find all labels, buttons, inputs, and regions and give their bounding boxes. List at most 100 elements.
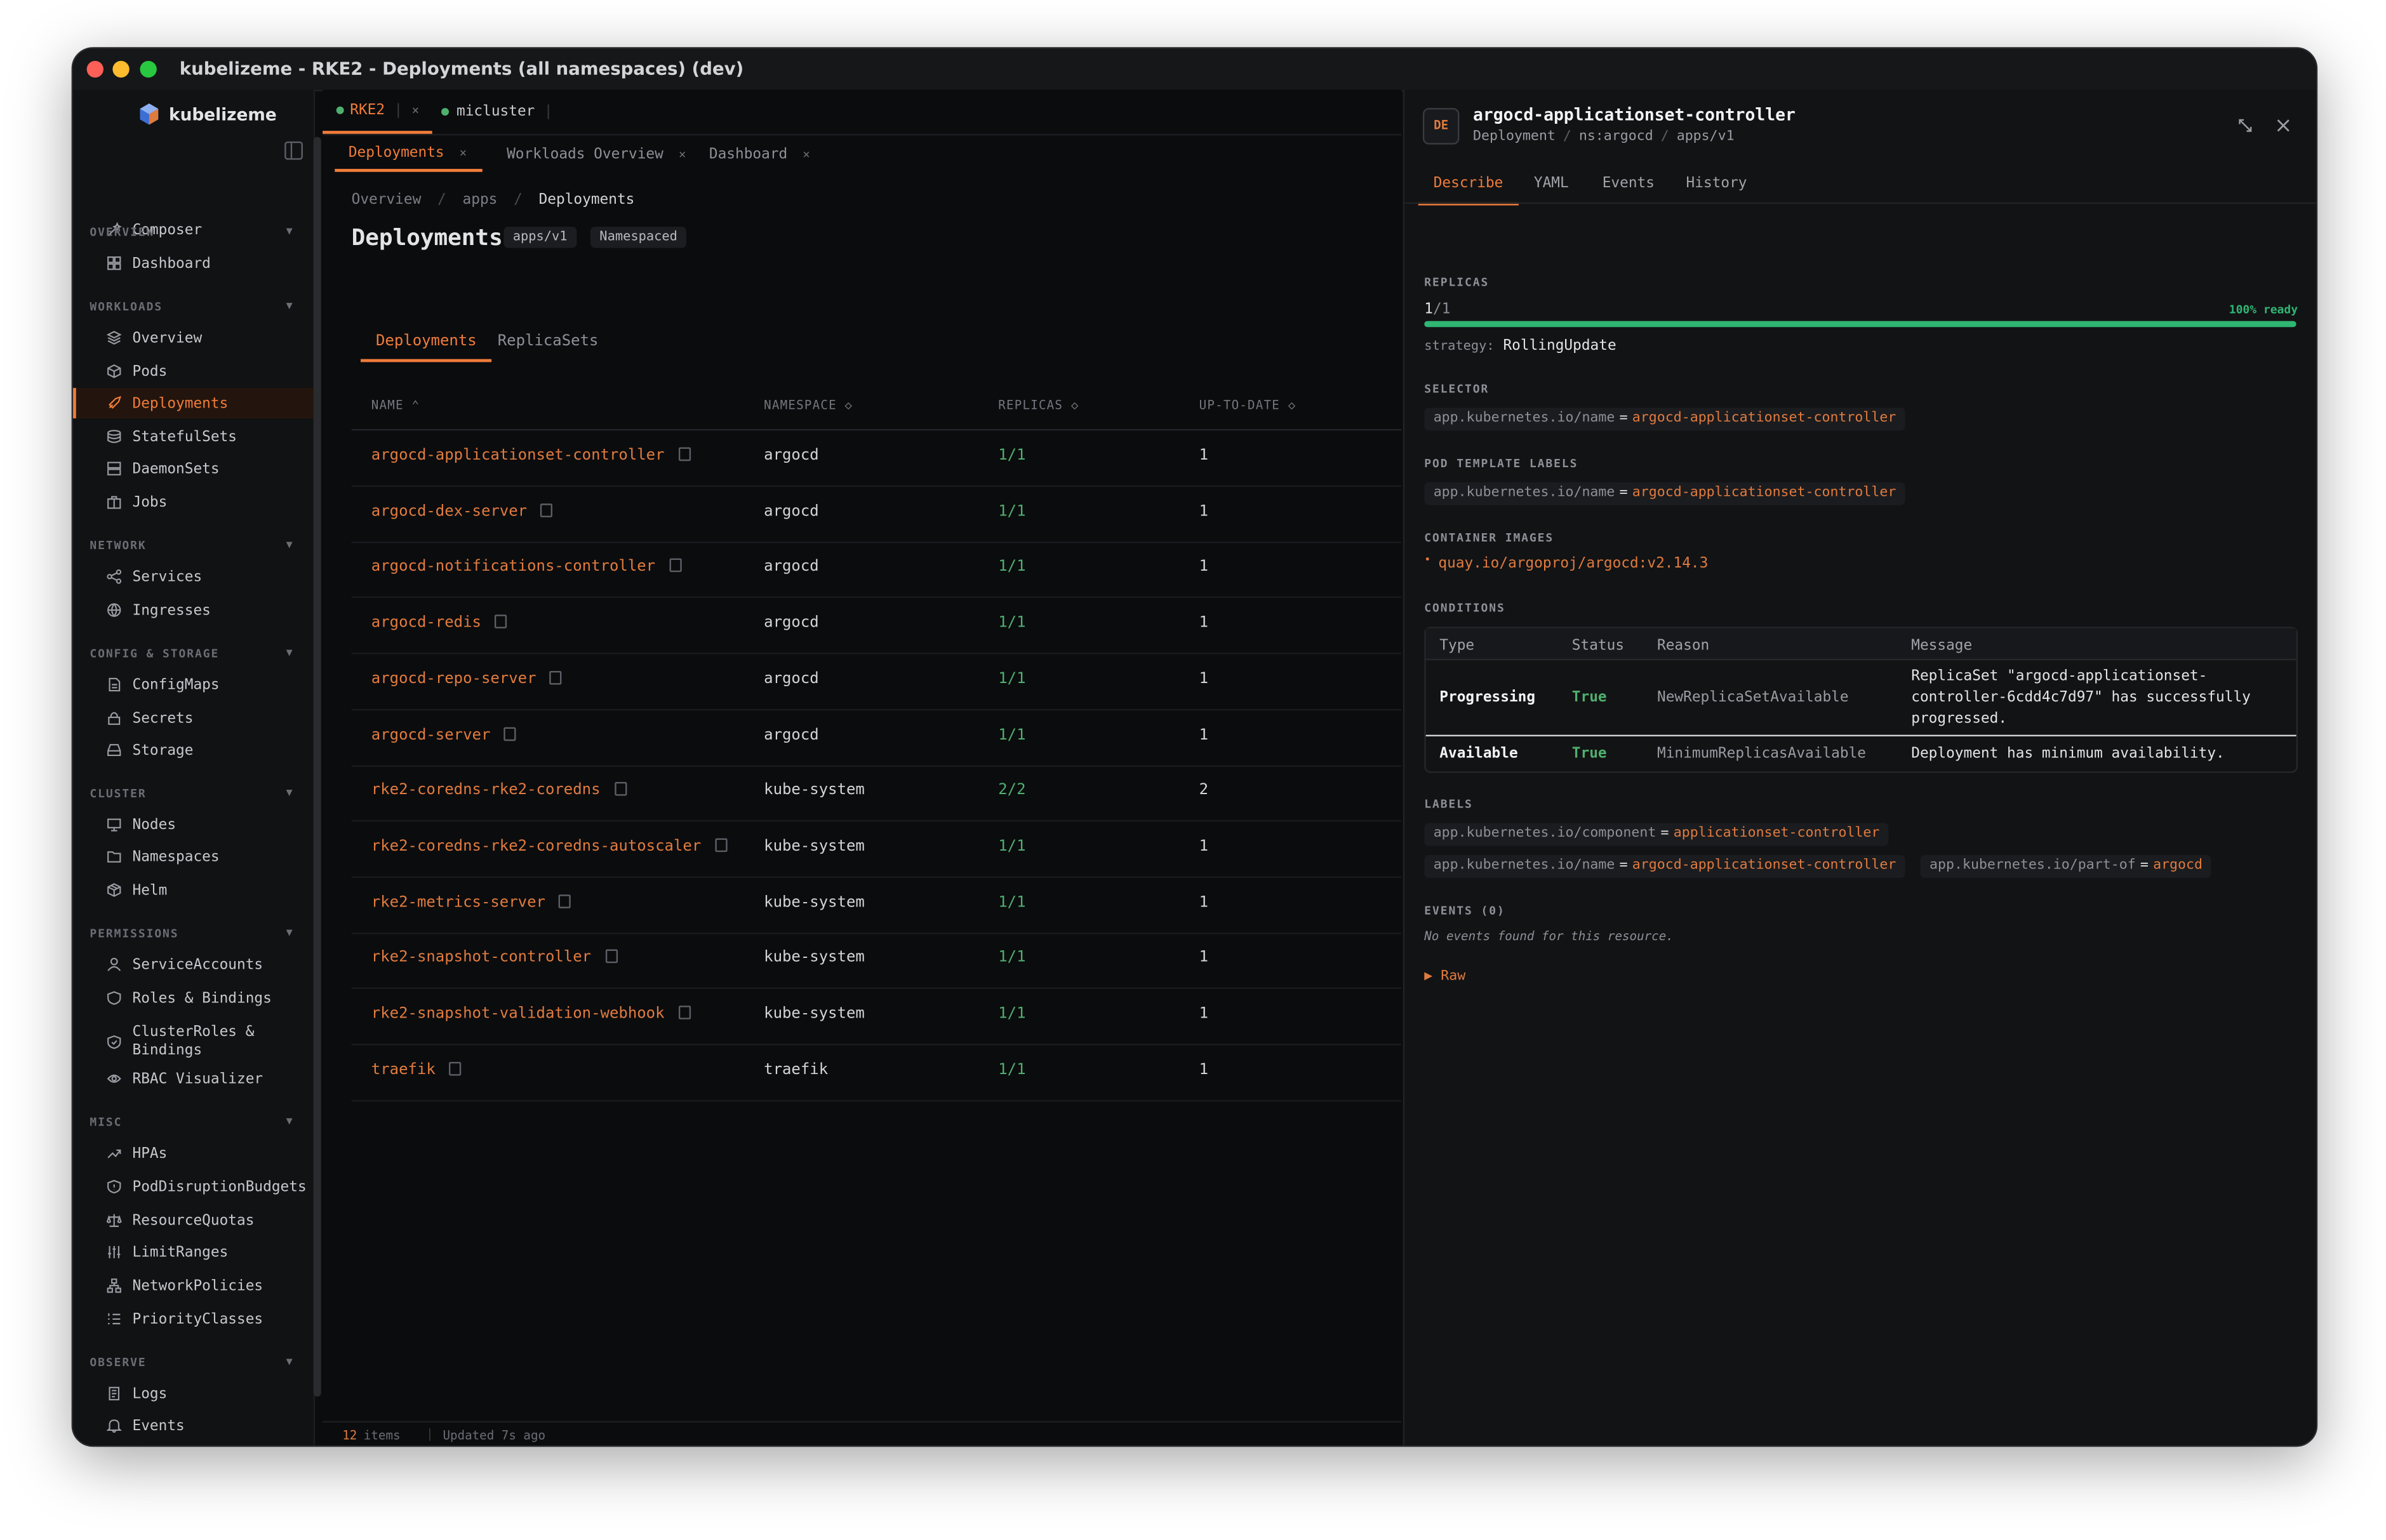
copy-icon[interactable]	[449, 1061, 462, 1075]
sidebar-item-helm[interactable]: Helm	[73, 875, 314, 905]
cluster-tab-micluster[interactable]: micluster |	[441, 90, 563, 134]
sidebar-item-storage[interactable]: Storage	[73, 735, 314, 766]
table-row[interactable]: argocd-applicationset-controller argocd 1/…	[351, 430, 1402, 487]
chevron-down-icon[interactable]: ▼	[286, 647, 293, 659]
chevron-down-icon[interactable]: ▼	[286, 787, 293, 799]
close-window-button[interactable]	[86, 60, 103, 78]
sidebar-item-overview[interactable]: Overview	[73, 322, 314, 353]
sidebar-section-config-and-storage[interactable]: CONFIG & STORAGE	[90, 647, 219, 661]
page-tab-workloads-overview[interactable]: Workloads Overview ×	[493, 135, 700, 172]
raw-toggle[interactable]: ▶ Raw	[1424, 969, 1465, 985]
copy-icon[interactable]	[678, 1006, 691, 1019]
sidebar-item-dashboard[interactable]: Dashboard	[73, 248, 314, 279]
deployment-name-link[interactable]: argocd-redis	[371, 614, 507, 632]
table-row[interactable]: rke2-snapshot-controller kube-system 1/1 1	[351, 933, 1402, 990]
chevron-down-icon[interactable]: ▼	[286, 225, 293, 237]
close-panel-icon[interactable]	[2276, 119, 2290, 133]
table-row[interactable]: argocd-dex-server argocd 1/1 1	[351, 486, 1402, 543]
table-row[interactable]: rke2-coredns-rke2-coredns-autoscaler kube…	[351, 821, 1402, 878]
table-row[interactable]: argocd-repo-server argocd 1/1 1	[351, 654, 1402, 710]
deployment-name-link[interactable]: rke2-coredns-rke2-coredns-autoscaler	[371, 838, 728, 855]
sidebar-item-logs[interactable]: Logs	[73, 1378, 314, 1409]
sidebar-item-limitranges[interactable]: LimitRanges	[73, 1237, 314, 1268]
sidebar-item-hpas[interactable]: HPAs	[73, 1138, 314, 1169]
sidebar-section-workloads[interactable]: WORKLOADS	[90, 300, 163, 314]
sidebar-item-poddisruptionbudgets[interactable]: PodDisruptionBudgets	[73, 1171, 314, 1202]
sidebar-item-secrets[interactable]: Secrets	[73, 703, 314, 733]
copy-icon[interactable]	[503, 726, 517, 740]
close-tab-icon[interactable]: ×	[460, 145, 467, 159]
sidebar-item-pods[interactable]: Pods	[73, 356, 314, 387]
copy-icon[interactable]	[714, 838, 728, 852]
deployment-name-link[interactable]: argocd-applicationset-controller	[371, 447, 691, 464]
chevron-down-icon[interactable]: ▼	[286, 927, 293, 939]
deployment-name-link[interactable]: argocd-repo-server	[371, 670, 563, 687]
table-row[interactable]: argocd-notifications-controller argocd 1/1…	[351, 542, 1402, 599]
sidebar-item-clusterroles-and-bindings[interactable]: ClusterRoles & Bindings	[73, 1023, 314, 1062]
sidebar-section-cluster[interactable]: CLUSTER	[90, 787, 146, 800]
refresh-icon[interactable]	[2237, 117, 2253, 134]
copy-icon[interactable]	[614, 782, 627, 796]
page-tab-deployments[interactable]: Deployments ×	[335, 135, 483, 172]
app-logo[interactable]: kubelizeme	[137, 100, 277, 128]
sidebar-item-roles-and-bindings[interactable]: Roles & Bindings	[73, 983, 314, 1013]
detail-tab-describe[interactable]: Describe	[1418, 175, 1519, 206]
chevron-down-icon[interactable]: ▼	[286, 1355, 293, 1367]
sidebar-scrollbar[interactable]	[313, 136, 321, 1397]
table-row[interactable]: argocd-server argocd 1/1 1	[351, 710, 1402, 766]
table-row[interactable]: rke2-coredns-rke2-coredns kube-system 2/2 2	[351, 766, 1402, 822]
sidebar-item-nodes[interactable]: Nodes	[73, 809, 314, 840]
sidebar-item-statefulsets[interactable]: StatefulSets	[73, 422, 314, 452]
sidebar-item-resourcequotas[interactable]: ResourceQuotas	[73, 1205, 314, 1235]
detail-tab-history[interactable]: History	[1686, 175, 1747, 192]
copy-icon[interactable]	[550, 670, 563, 685]
deployment-name-link[interactable]: rke2-coredns-rke2-coredns	[371, 782, 627, 799]
sidebar-item-ingresses[interactable]: Ingresses	[73, 595, 314, 625]
deployment-name-link[interactable]: rke2-snapshot-controller	[371, 950, 617, 967]
copy-icon[interactable]	[604, 950, 617, 964]
copy-icon[interactable]	[540, 503, 553, 517]
sidebar-section-observe[interactable]: OBSERVE	[90, 1355, 146, 1369]
close-tab-icon[interactable]: ×	[679, 147, 686, 161]
deployment-name-link[interactable]: rke2-snapshot-validation-webhook	[371, 1006, 691, 1023]
sidebar-item-networkpolicies[interactable]: NetworkPolicies	[73, 1270, 314, 1301]
sidebar-collapse-icon[interactable]	[284, 141, 303, 160]
sidebar-item-daemonsets[interactable]: DaemonSets	[73, 453, 314, 484]
column-header-replicas[interactable]: REPLICAS ◇	[998, 399, 1079, 413]
breadcrumb-overview[interactable]: Overview	[352, 192, 422, 208]
page-tab-dashboard[interactable]: Dashboard ×	[695, 135, 823, 172]
table-row[interactable]: traefik traefik 1/1 1	[351, 1045, 1402, 1101]
column-header-name[interactable]: NAME ⌃	[371, 399, 420, 413]
sidebar-item-configmaps[interactable]: ConfigMaps	[73, 670, 314, 700]
sidebar-item-events[interactable]: Events	[73, 1411, 314, 1441]
deployment-name-link[interactable]: argocd-server	[371, 726, 517, 743]
sidebar-section-network[interactable]: NETWORK	[90, 538, 146, 552]
table-row[interactable]: argocd-redis argocd 1/1 1	[351, 598, 1402, 654]
minimize-window-button[interactable]	[112, 60, 130, 78]
sidebar-section-permissions[interactable]: PERMISSIONS	[90, 927, 178, 941]
copy-icon[interactable]	[495, 614, 507, 629]
close-tab-icon[interactable]: ×	[412, 103, 420, 117]
column-header-up-to-date[interactable]: UP-TO-DATE ◇	[1199, 399, 1296, 413]
chevron-down-icon[interactable]: ▼	[286, 538, 293, 550]
sidebar-item-serviceaccounts[interactable]: ServiceAccounts	[73, 950, 314, 980]
breadcrumb-apps[interactable]: apps	[463, 192, 498, 208]
sidebar-item-jobs[interactable]: Jobs	[73, 487, 314, 517]
deployment-name-link[interactable]: rke2-metrics-server	[371, 894, 571, 911]
container-image[interactable]: • quay.io/argoproj/argocd:v2.14.3	[1424, 554, 1708, 572]
deployment-name-link[interactable]: argocd-notifications-controller	[371, 559, 681, 576]
copy-icon[interactable]	[678, 447, 691, 461]
table-row[interactable]: rke2-snapshot-validation-webhook kube-sys…	[351, 989, 1402, 1045]
close-tab-icon[interactable]: ×	[803, 147, 810, 161]
deployment-name-link[interactable]: traefik	[371, 1061, 462, 1079]
sidebar-item-rbac-visualizer[interactable]: RBAC Visualizer	[73, 1063, 314, 1094]
cluster-tab-rke2[interactable]: RKE2 | ×	[323, 90, 432, 134]
sidebar-item-priorityclasses[interactable]: PriorityClasses	[73, 1304, 314, 1334]
sidebar-item-namespaces[interactable]: Namespaces	[73, 841, 314, 872]
deployment-name-link[interactable]: argocd-dex-server	[371, 503, 553, 520]
sidebar-item-deployments[interactable]: Deployments	[73, 388, 314, 419]
detail-tab-events[interactable]: Events	[1603, 175, 1655, 192]
sidebar-item-services[interactable]: Services	[73, 561, 314, 592]
maximize-window-button[interactable]	[140, 60, 157, 78]
sidebar-section-overview[interactable]: OVERVIEW	[90, 225, 154, 239]
